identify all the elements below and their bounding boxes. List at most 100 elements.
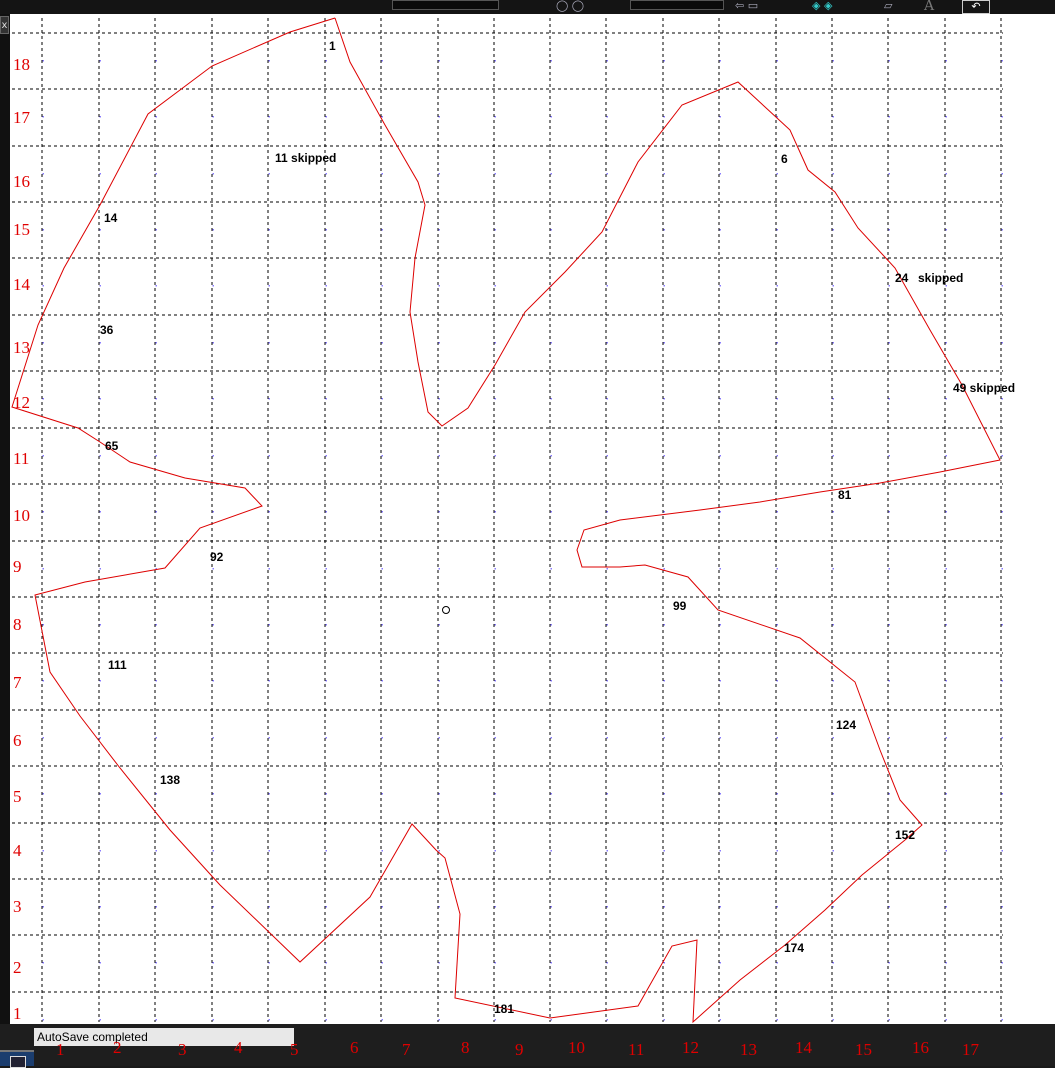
grid-dot: [268, 511, 270, 513]
grid-dot: [945, 568, 947, 570]
grid-dot: [606, 173, 608, 175]
grid-dot: [832, 116, 834, 118]
grid-dot: [888, 737, 890, 739]
grid-dot: [325, 116, 327, 118]
grid-dot: [776, 906, 778, 908]
grid-dot: [381, 568, 383, 570]
grid-dot: [438, 229, 440, 231]
grid-dot: [325, 850, 327, 852]
grid-dot: [268, 850, 270, 852]
grid-dot: [832, 850, 834, 852]
point-label: 124: [836, 718, 856, 732]
grid-dot: [99, 680, 101, 682]
grid-dot: [42, 173, 44, 175]
grid-dot: [888, 342, 890, 344]
grid-dot: [268, 737, 270, 739]
grid-dot: [325, 285, 327, 287]
taskbar-app-button[interactable]: [0, 1050, 34, 1068]
grid-dot: [212, 1019, 214, 1021]
grid-dot: [325, 624, 327, 626]
grid-dot: [888, 455, 890, 457]
grid-dot: [1001, 850, 1003, 852]
grid-dot: [438, 624, 440, 626]
grid-dot: [212, 737, 214, 739]
grid-dot: [99, 737, 101, 739]
grid-dot: [1001, 285, 1003, 287]
grid-dot: [832, 511, 834, 513]
toolbar-input-box-2[interactable]: [630, 0, 724, 10]
grid-dot: [268, 60, 270, 62]
stack-icon[interactable]: ▱: [884, 0, 914, 12]
point-label: 11 skipped: [275, 151, 336, 165]
close-icon[interactable]: x: [0, 16, 9, 34]
grid-dot: [42, 455, 44, 457]
grid-dot: [494, 906, 496, 908]
y-axis-tick-label: 17: [13, 108, 30, 127]
grid-dot: [212, 511, 214, 513]
layer-icon[interactable]: ◈ ◈: [812, 0, 882, 12]
toolbar-input-box[interactable]: [392, 0, 499, 10]
grid-dot: [325, 568, 327, 570]
grid-dot: [663, 680, 665, 682]
grid-dot: [212, 793, 214, 795]
grid-dot: [212, 906, 214, 908]
grid-dot: [42, 568, 44, 570]
y-axis-tick-label: 4: [13, 841, 22, 860]
grid-dot: [99, 285, 101, 287]
grid-dot: [945, 116, 947, 118]
grid-dot: [155, 455, 157, 457]
grid-dot: [381, 850, 383, 852]
grid-dot: [606, 60, 608, 62]
grid-dot: [888, 962, 890, 964]
grid-dot: [663, 116, 665, 118]
grid-dot: [719, 60, 721, 62]
grid-dot: [99, 1019, 101, 1021]
point-label: 181: [494, 1002, 514, 1016]
grid-dot: [494, 624, 496, 626]
grid-dot: [381, 60, 383, 62]
x-axis-tick-label: 16: [912, 1038, 929, 1057]
y-axis-tick-label: 18: [13, 55, 30, 74]
grid-dot: [888, 511, 890, 513]
plot-area[interactable]: 111 skipped 61424 skipped3649 skipped65819…: [10, 14, 1055, 1024]
grid-dot: [550, 60, 552, 62]
grid-dot: [945, 285, 947, 287]
circle-tools-icon[interactable]: ◯ ◯: [556, 0, 616, 12]
grid-dot: [99, 455, 101, 457]
arrow-tools-icon[interactable]: ⇦ ▭: [735, 0, 795, 12]
grid-dot: [776, 60, 778, 62]
grid-dot: [325, 342, 327, 344]
grid-dot: [99, 342, 101, 344]
grid-dot: [606, 116, 608, 118]
drawing-canvas[interactable]: 1 11 skipped 6 14 24 skipped 36 49 skipped 65 81 9…: [10, 14, 1055, 1024]
grid-dot: [832, 906, 834, 908]
grid-dot: [663, 398, 665, 400]
undo-icon[interactable]: ↶: [962, 0, 990, 14]
grid-dot: [1001, 511, 1003, 513]
grid-dot: [99, 229, 101, 231]
grid-dot: [155, 850, 157, 852]
grid-dot: [945, 906, 947, 908]
grid-dot: [606, 229, 608, 231]
grid-dot: [155, 285, 157, 287]
grid-dot: [438, 906, 440, 908]
grid-dot: [945, 60, 947, 62]
grid-dot: [719, 173, 721, 175]
point-label: 36: [100, 323, 114, 337]
y-axis-tick-label: 12: [13, 393, 30, 412]
grid-dot: [945, 850, 947, 852]
grid-dot: [888, 680, 890, 682]
grid-dot: [438, 1019, 440, 1021]
grid-dot: [155, 511, 157, 513]
grid-dot: [155, 173, 157, 175]
y-axis-tick-label: 6: [13, 731, 22, 750]
grid-dot: [42, 793, 44, 795]
grid-dot: [438, 285, 440, 287]
text-icon[interactable]: A: [924, 0, 946, 13]
grid-dot: [1001, 680, 1003, 682]
y-axis-tick-label: 10: [13, 506, 30, 525]
grid-dot: [606, 680, 608, 682]
point-label: 152: [895, 828, 915, 842]
grid-dot: [42, 962, 44, 964]
grid-dot: [719, 624, 721, 626]
